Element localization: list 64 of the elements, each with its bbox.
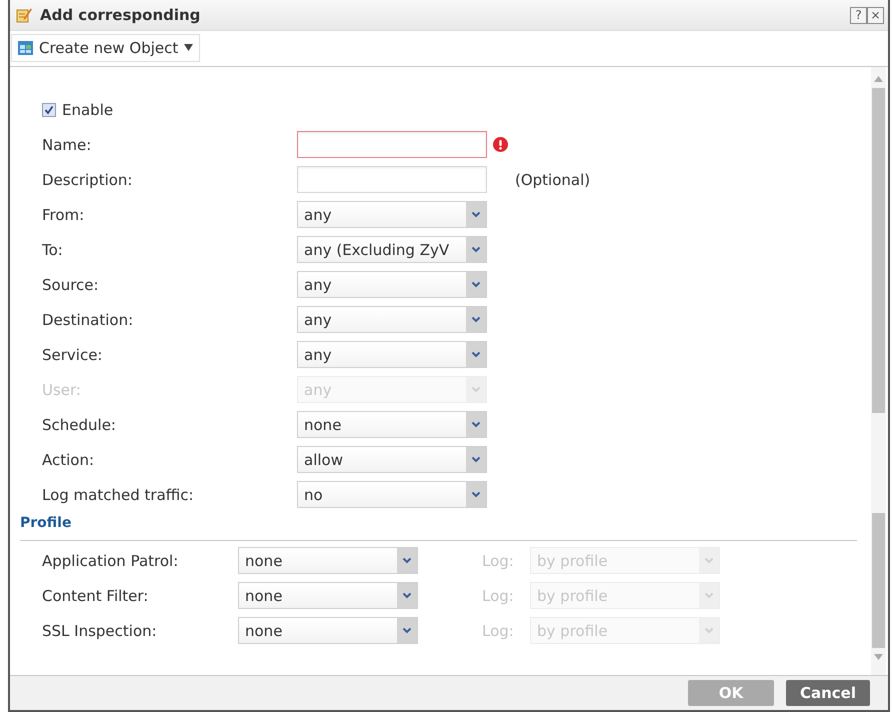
scrollbar[interactable] [871, 67, 886, 675]
checkbox[interactable] [42, 103, 56, 117]
field-label: Application Patrol: [42, 552, 180, 570]
scrollbar-thumb[interactable] [872, 513, 885, 648]
field-label: Log: [482, 552, 515, 570]
chevron-down-icon [699, 548, 719, 573]
field-label: Destination: [42, 310, 134, 328]
optional-note: (Optional) [515, 170, 590, 188]
table-icon [18, 40, 33, 54]
dropdown-field[interactable]: none [238, 582, 418, 609]
chevron-down-icon [466, 307, 486, 332]
dropdown-field[interactable]: no [297, 481, 487, 508]
chevron-down-icon [466, 412, 486, 437]
chevron-down-icon [699, 618, 719, 643]
dropdown-field[interactable]: allow [297, 446, 487, 473]
dropdown-field[interactable]: none [238, 547, 418, 574]
chevron-down-icon [699, 583, 719, 608]
dropdown-field[interactable]: none [238, 617, 418, 644]
window-title: Add corresponding [40, 6, 200, 24]
scroll-down-icon[interactable] [874, 654, 883, 660]
section-heading: Profile [20, 515, 72, 531]
scrollbar-thumb[interactable] [872, 88, 885, 413]
field-label: Log: [482, 586, 515, 604]
caret-icon [184, 44, 194, 51]
chevron-down-icon [466, 342, 486, 367]
help-button[interactable]: ? [850, 6, 867, 24]
field-label: To: [42, 240, 64, 258]
notepad-pencil-icon [16, 7, 32, 23]
dropdown-field[interactable]: any [297, 341, 487, 368]
field-label: Description: [42, 170, 134, 188]
dropdown-field[interactable]: any (Excluding ZyV [297, 236, 487, 263]
error-icon [493, 137, 508, 152]
field-label: Name: [42, 136, 92, 154]
text-input[interactable] [297, 166, 487, 193]
chevron-down-icon [397, 618, 417, 643]
chevron-down-icon [466, 202, 486, 227]
field-label: Action: [42, 450, 96, 468]
field-label: SSL Inspection: [42, 622, 158, 640]
chevron-down-icon [397, 548, 417, 573]
chevron-down-icon [466, 272, 486, 297]
chevron-down-icon [466, 447, 486, 472]
chevron-down-icon [466, 237, 486, 262]
dropdown-field[interactable]: any [297, 201, 487, 228]
field-label: Service: [42, 346, 104, 364]
field-label: Log: [482, 622, 515, 640]
text-input[interactable] [297, 131, 487, 158]
field-label: Source: [42, 276, 100, 294]
field-label: Log matched traffic: [42, 486, 195, 504]
cancel-button[interactable]: Cancel [786, 680, 870, 706]
chevron-down-icon [466, 482, 486, 507]
scroll-up-icon[interactable] [874, 76, 883, 82]
field-label: Schedule: [42, 416, 117, 434]
dropdown-field[interactable]: any [297, 306, 487, 333]
close-button[interactable]: × [867, 6, 884, 24]
field-label: From: [42, 206, 86, 224]
chevron-down-icon [466, 377, 486, 402]
create-object-menu-button[interactable]: Create new Object [11, 34, 200, 62]
dropdown-field[interactable]: none [297, 411, 487, 438]
checkmark-icon [44, 105, 54, 115]
field-label: User: [42, 380, 82, 398]
field-label: Content Filter: [42, 586, 150, 604]
chevron-down-icon [397, 583, 417, 608]
dropdown-field[interactable]: any [297, 271, 487, 298]
checkbox-label: Enable [62, 101, 114, 119]
